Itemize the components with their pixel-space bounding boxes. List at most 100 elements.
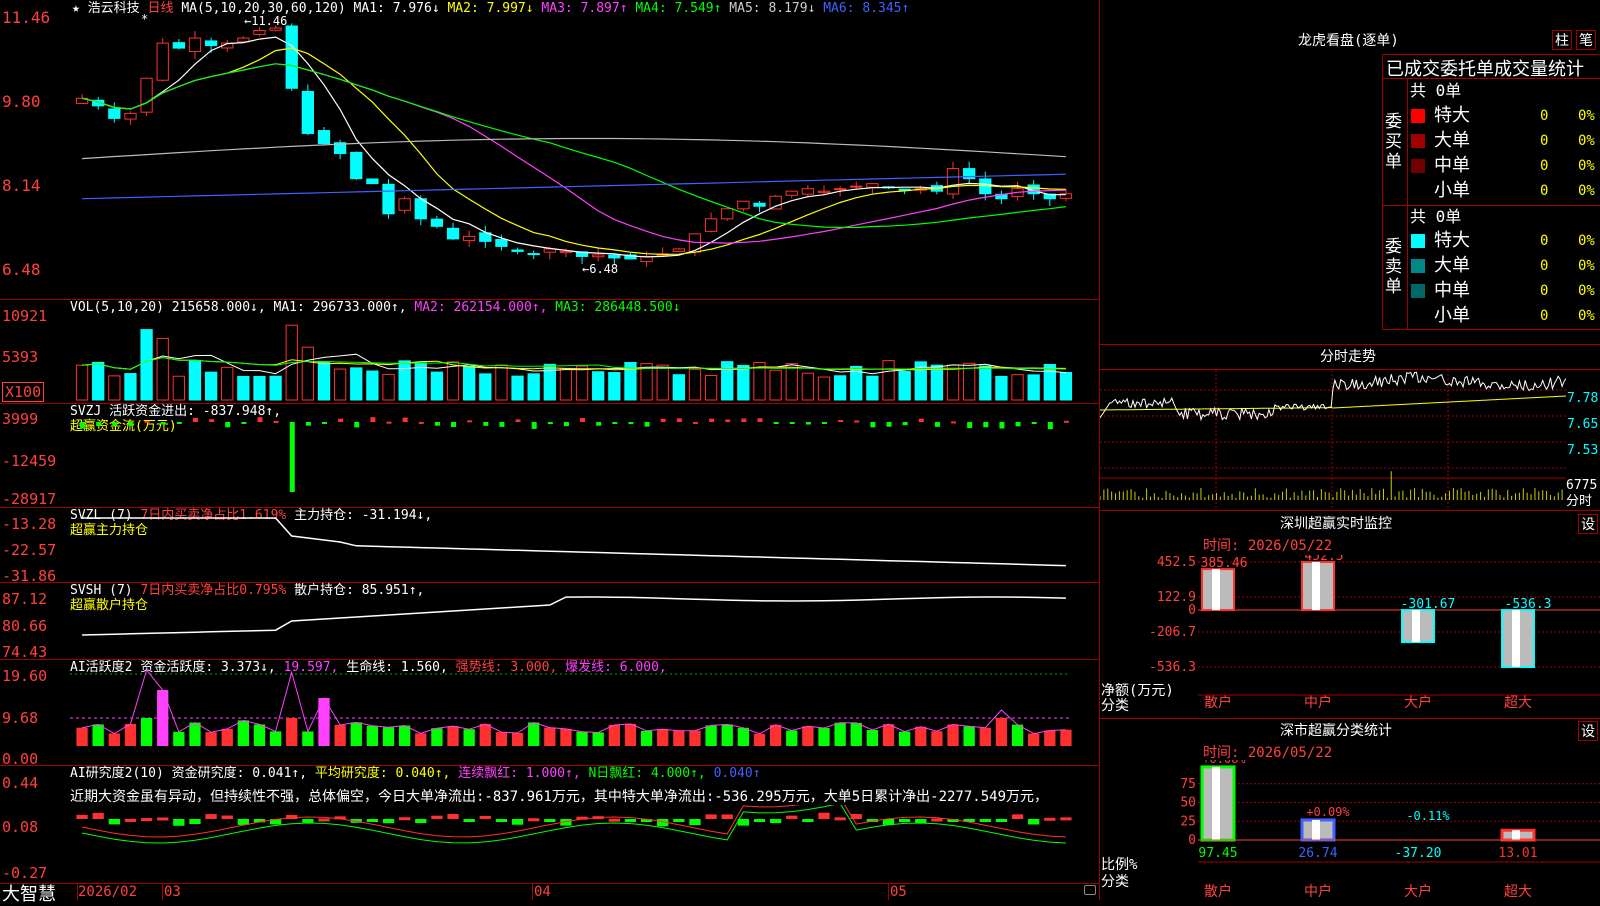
ai2-bar — [221, 815, 233, 819]
ai1-bar — [673, 730, 685, 746]
lock-icon[interactable] — [1084, 885, 1096, 895]
monitor-ytick-1: 452.5 — [1157, 555, 1196, 570]
svzj-bar — [499, 422, 505, 427]
svzj-bar — [596, 422, 602, 426]
stats-ytick-2: 50 — [1180, 796, 1196, 811]
ai1-bar — [350, 722, 362, 746]
stats-change-2: +0.09% — [1306, 805, 1350, 819]
sell-row-count-1: 0 — [1540, 233, 1549, 249]
svzj-bar — [660, 418, 666, 422]
ai1-bar — [592, 732, 604, 746]
ai1-bar — [334, 725, 346, 746]
volume-bar — [398, 360, 411, 401]
ai2-bar — [399, 817, 411, 821]
ai1-bar — [753, 733, 766, 746]
stats-ytick-1: 75 — [1180, 777, 1196, 792]
ai1-bar — [979, 727, 991, 746]
ai2-bar — [834, 817, 846, 821]
svzj-bar — [918, 418, 924, 422]
ai2-bar — [769, 819, 782, 824]
stats-settings-button[interactable]: 设 — [1578, 721, 1598, 741]
svsh-ytick-2: 80.66 — [2, 617, 48, 635]
stats-bar-shine-4 — [1512, 830, 1520, 840]
ai1-bar — [834, 722, 846, 746]
monitor-chart[interactable]: 452.5122.90-206.7-536.3385.46散户452.5中户-3… — [1100, 555, 1600, 715]
kline-candle — [382, 183, 395, 215]
ai2-ytick-1: 0.44 — [2, 774, 39, 792]
volume-bar — [317, 361, 331, 401]
intraday-ytick-2: 7.65 — [1567, 417, 1599, 432]
kline-chart[interactable] — [70, 20, 1100, 300]
volume-bar — [269, 375, 282, 401]
stats-change-3: -0.11% — [1406, 809, 1450, 823]
svsh-chart[interactable] — [70, 583, 1100, 660]
kline-candle — [946, 168, 960, 195]
volume-bar — [511, 375, 524, 401]
volume-bar — [721, 361, 734, 401]
volume-bar — [656, 364, 669, 401]
ai-research-chart[interactable] — [70, 805, 1100, 883]
buy-row-name-4: 小单 — [1434, 180, 1470, 201]
stats-chart[interactable]: 75 50 25 0 +0.08% 97.45 散户 +0.09% 26.74 中户 -0.11% -… — [1100, 760, 1600, 900]
monitor-ytick-3: 0 — [1188, 603, 1196, 618]
svzj-bar — [451, 422, 457, 428]
intraday-vol-tick: 6775 — [1566, 478, 1598, 493]
svzj-bar — [386, 421, 392, 424]
volume-bar — [1011, 374, 1024, 401]
ai2-item-2: 平均研究度: 0.040↑, — [314, 766, 451, 781]
ai1-bar — [560, 728, 572, 746]
volume-bar — [75, 364, 89, 401]
star-icon[interactable]: ★ — [72, 1, 80, 16]
kline-candle — [446, 227, 460, 240]
svzl-chart[interactable] — [70, 508, 1100, 583]
ma5-legend: MA5: 8.179↓ — [729, 1, 816, 16]
intraday-top-border — [1100, 344, 1600, 345]
ai1-bar — [431, 728, 443, 746]
ai1-bar — [850, 722, 862, 746]
ma2-line — [81, 47, 1066, 256]
ai1-ytick-1: 19.60 — [2, 667, 48, 685]
volume-chart[interactable] — [70, 312, 1100, 404]
svzj-bar — [112, 422, 118, 427]
ai1-bar — [76, 727, 88, 746]
kline-candle — [301, 90, 315, 134]
svzj-chart[interactable] — [70, 404, 1100, 508]
buy-row-count-4: 0 — [1540, 183, 1549, 199]
svzj-bar — [80, 422, 86, 429]
monitor-settings-button[interactable]: 设 — [1578, 514, 1598, 534]
volume-bar — [527, 373, 540, 401]
volume-bar — [672, 374, 685, 401]
ma5-line — [82, 137, 1066, 160]
bar-mode-button[interactable]: 柱 — [1552, 30, 1572, 50]
ma4-line — [81, 63, 1066, 229]
volume-bar — [430, 371, 444, 401]
kline-candle — [188, 37, 202, 53]
kline-candle — [721, 208, 734, 220]
vol-ytick-3: X100 — [2, 382, 45, 402]
tick-mode-button[interactable]: 笔 — [1576, 30, 1596, 50]
ai-activity-chart[interactable] — [70, 660, 1100, 766]
volume-bar — [253, 375, 266, 401]
svzl-ytick-2: -22.57 — [2, 541, 57, 559]
ai1-bar — [253, 724, 266, 746]
buy-row-pct-3: 0% — [1578, 158, 1595, 174]
kline-candle — [769, 195, 782, 210]
ai1-bar — [544, 727, 556, 746]
ai2-bar — [495, 819, 508, 822]
svzj-bar — [709, 418, 715, 422]
monitor-title: 深圳超赢实时监控 — [1280, 516, 1392, 532]
kline-candle — [704, 218, 718, 232]
svzj-bar — [741, 418, 747, 422]
intraday-chart[interactable] — [1100, 370, 1566, 510]
svzj-bar — [967, 422, 973, 429]
ai1-bar — [108, 733, 120, 746]
date-label-3: 04 — [534, 884, 551, 900]
monitor-top-border — [1100, 510, 1600, 511]
volume-bar — [92, 361, 105, 401]
ai2-bar — [979, 819, 991, 822]
date-sep-3 — [532, 884, 533, 900]
svzj-bar — [644, 422, 650, 427]
stats-cat-label: 分类 — [1101, 874, 1129, 890]
period-label[interactable]: 日线 — [148, 1, 174, 16]
ai2-bar — [92, 812, 104, 819]
